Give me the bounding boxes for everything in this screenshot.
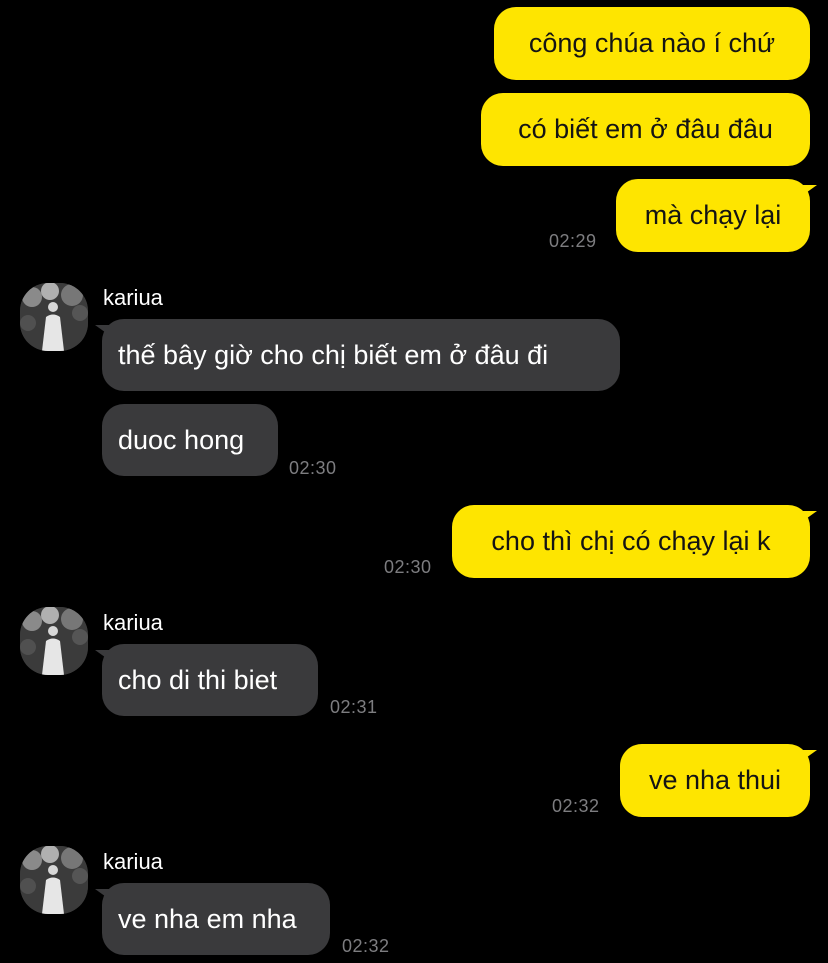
message-timestamp: 02:32 [552, 796, 600, 816]
their-message-bubble[interactable]: thế bây giờ cho chị biết em ở đâu đi [95, 319, 620, 391]
message-text: cho thì chị có chạy lại k [491, 526, 771, 556]
message-text: ve nha em nha [118, 903, 297, 934]
their-message-bubble[interactable]: duoc hong [102, 404, 278, 476]
my-message-bubble[interactable]: công chúa nào í chứ [494, 7, 810, 80]
my-message-bubble[interactable]: ve nha thui [620, 744, 817, 817]
my-message-bubble[interactable]: có biết em ở đâu đâu [481, 93, 810, 166]
profile-photo-icon [20, 607, 88, 675]
message-text: có biết em ở đâu đâu [518, 114, 773, 144]
sender-name: kariua [103, 285, 163, 310]
message-timestamp: 02:30 [384, 557, 432, 577]
profile-photo-icon [20, 283, 88, 351]
message-timestamp: 02:30 [289, 458, 337, 478]
message-text: mà chạy lại [644, 200, 782, 230]
message-timestamp: 02:32 [342, 936, 390, 956]
message-text: công chúa nào í chứ [528, 28, 776, 58]
sender-name: kariua [103, 849, 163, 874]
their-message-bubble[interactable]: cho di thi biet [95, 644, 318, 716]
avatar[interactable] [20, 846, 88, 914]
avatar[interactable] [20, 283, 88, 351]
message-timestamp: 02:29 [549, 231, 597, 251]
profile-photo-icon [20, 846, 88, 914]
message-text: cho di thi biet [118, 664, 278, 695]
avatar[interactable] [20, 607, 88, 675]
message-text: ve nha thui [648, 765, 782, 795]
message-timestamp: 02:31 [330, 697, 378, 717]
my-message-bubble[interactable]: mà chạy lại [616, 179, 817, 252]
my-message-bubble[interactable]: cho thì chị có chạy lại k [452, 505, 817, 578]
message-text: duoc hong [118, 424, 245, 455]
their-message-bubble[interactable]: ve nha em nha [95, 883, 330, 955]
chat-thread: công chúa nào í chứ có biết em ở đâu đâu… [0, 0, 828, 963]
sender-name: kariua [103, 610, 163, 635]
message-text: thế bây giờ cho chị biết em ở đâu đi [118, 339, 549, 370]
